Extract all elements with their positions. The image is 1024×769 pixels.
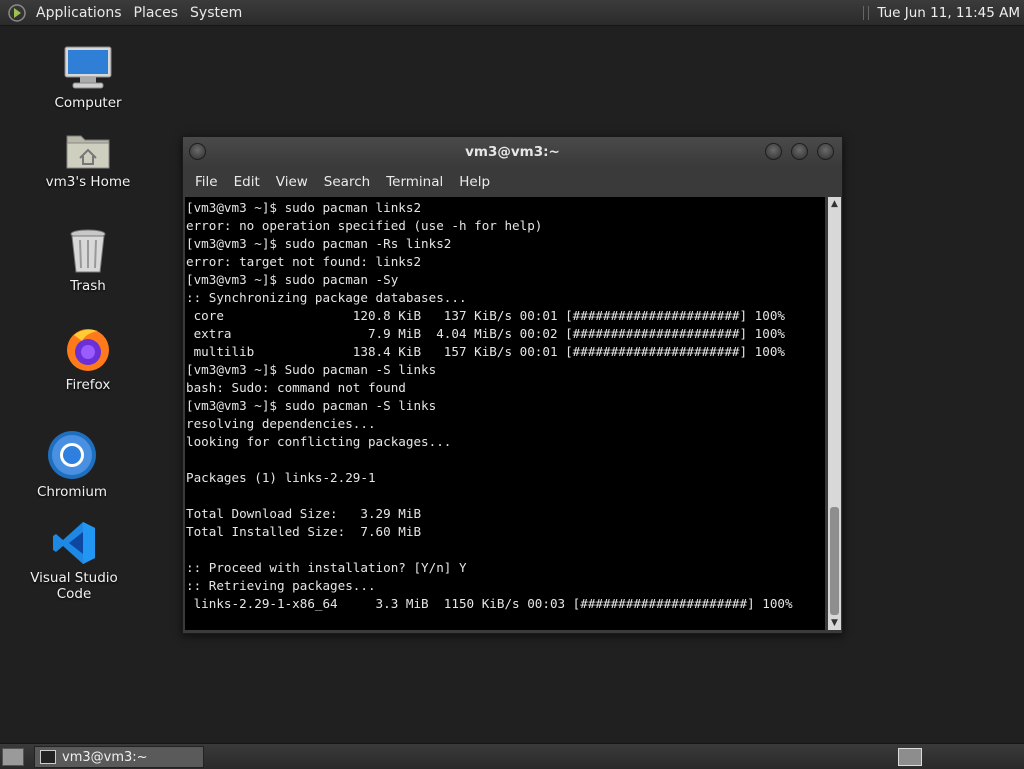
- workspace-switcher[interactable]: [898, 748, 922, 766]
- desktop-icon-label: Computer: [54, 95, 122, 111]
- home-folder-icon: [66, 135, 110, 169]
- places-menu[interactable]: Places: [128, 5, 185, 21]
- terminal-scrollbar[interactable]: ▲ ▼: [828, 197, 841, 630]
- desktop-icon-label: Firefox: [65, 377, 111, 393]
- desktop-icon-label: Trash: [70, 278, 106, 294]
- taskbar-window-button[interactable]: vm3@vm3:~: [34, 746, 204, 768]
- system-menu[interactable]: System: [184, 5, 248, 21]
- terminal-window[interactable]: vm3@vm3:~ File Edit View Search Terminal…: [182, 136, 843, 634]
- desktop-icon-computer[interactable]: Computer: [33, 45, 143, 111]
- scrollbar-thumb[interactable]: [830, 507, 839, 615]
- menu-edit[interactable]: Edit: [226, 174, 268, 190]
- terminal-output: [vm3@vm3 ~]$ sudo pacman links2 error: n…: [186, 200, 793, 611]
- desktop-icon-chromium[interactable]: Chromium: [17, 430, 127, 500]
- desktop-icon-home[interactable]: vm3's Home: [33, 128, 143, 190]
- menu-help[interactable]: Help: [451, 174, 498, 190]
- menu-search[interactable]: Search: [316, 174, 378, 190]
- distro-logo-icon[interactable]: [8, 3, 26, 22]
- minimize-button[interactable]: [765, 143, 782, 160]
- top-panel: Applications Places System Tue Jun 11, 1…: [0, 0, 1024, 26]
- computer-icon: [64, 46, 112, 89]
- menu-view[interactable]: View: [268, 174, 316, 190]
- scroll-up-arrow-icon[interactable]: ▲: [828, 198, 841, 210]
- taskbar-window-label: vm3@vm3:~: [62, 749, 148, 765]
- firefox-icon: [67, 329, 109, 371]
- terminal-icon: [40, 750, 56, 764]
- terminal-output-area[interactable]: [vm3@vm3 ~]$ sudo pacman links2 error: n…: [185, 197, 825, 630]
- applications-menu[interactable]: Applications: [30, 5, 128, 21]
- clock[interactable]: Tue Jun 11, 11:45 AM: [877, 5, 1024, 21]
- desktop-icon-trash[interactable]: Trash: [33, 228, 143, 294]
- window-title: vm3@vm3:~: [465, 144, 560, 160]
- desktop-icon-label: Chromium: [36, 484, 108, 500]
- maximize-button[interactable]: [791, 143, 808, 160]
- bottom-panel: vm3@vm3:~: [0, 743, 1024, 769]
- show-desktop-button[interactable]: [2, 748, 24, 766]
- desktop-icon-label: Visual Studio Code: [30, 570, 118, 602]
- scroll-down-arrow-icon[interactable]: ▼: [828, 617, 841, 629]
- desktop-icon-firefox[interactable]: Firefox: [33, 325, 143, 393]
- chromium-icon: [48, 431, 96, 479]
- menu-terminal[interactable]: Terminal: [378, 174, 451, 190]
- menu-file[interactable]: File: [187, 174, 226, 190]
- terminal-menubar: File Edit View Search Terminal Help: [183, 167, 842, 197]
- vscode-icon: [53, 522, 95, 564]
- close-button[interactable]: [817, 143, 834, 160]
- panel-separator: [863, 5, 870, 20]
- window-menu-button[interactable]: [189, 143, 206, 160]
- main-menu: Applications Places System: [0, 3, 248, 22]
- trash-icon: [70, 229, 106, 273]
- window-titlebar[interactable]: vm3@vm3:~: [183, 137, 842, 167]
- clock-area: Tue Jun 11, 11:45 AM: [863, 0, 1024, 25]
- desktop-icon-label: vm3's Home: [45, 174, 131, 190]
- desktop-icon-vscode[interactable]: Visual Studio Code: [19, 520, 129, 602]
